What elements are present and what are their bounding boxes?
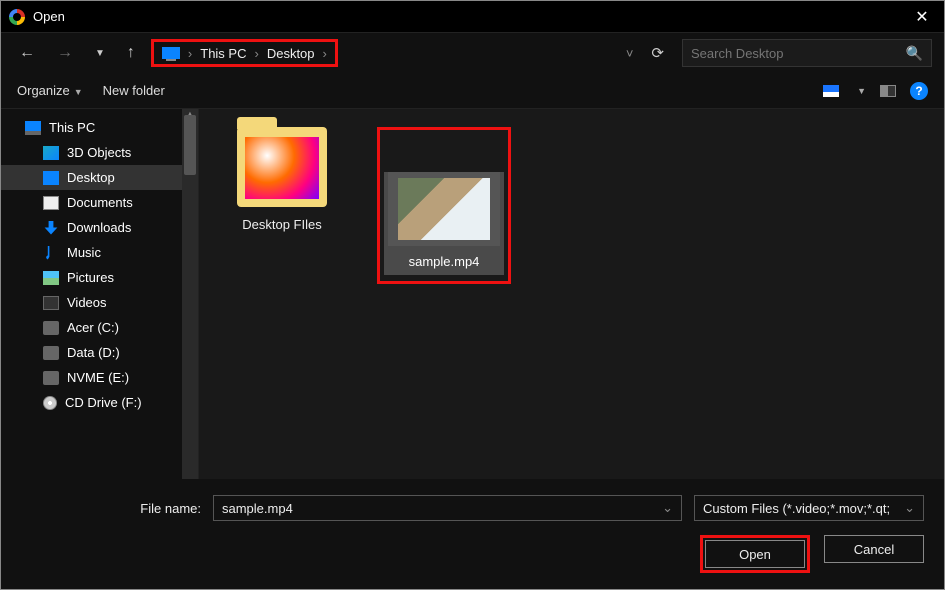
tree-drive-c[interactable]: Acer (C:)	[1, 315, 198, 340]
tree-this-pc[interactable]: This PC	[1, 115, 198, 140]
tree-music[interactable]: Music	[1, 240, 198, 265]
search-input[interactable]	[691, 46, 906, 61]
download-icon	[43, 221, 59, 235]
tree-drive-d[interactable]: Data (D:)	[1, 340, 198, 365]
tree-label: Music	[67, 245, 101, 260]
tree-downloads[interactable]: Downloads	[1, 215, 198, 240]
preview-pane-icon[interactable]	[880, 85, 896, 97]
tree-drive-f[interactable]: CD Drive (F:)	[1, 390, 198, 415]
tree-label: Documents	[67, 195, 133, 210]
dialog-body: This PC 3D Objects Desktop Documents Dow…	[1, 109, 944, 479]
nav-recent-caret[interactable]: ▼	[89, 44, 111, 63]
filetype-combo[interactable]: Custom Files (*.video;*.mov;*.qt; ⌄	[694, 495, 924, 521]
scrollbar-thumb[interactable]	[184, 115, 196, 175]
chrome-icon	[9, 9, 25, 25]
folder-tree: This PC 3D Objects Desktop Documents Dow…	[1, 109, 198, 421]
tree-3d-objects[interactable]: 3D Objects	[1, 140, 198, 165]
open-highlight: Open	[700, 535, 810, 573]
tree-desktop[interactable]: Desktop	[1, 165, 198, 190]
drive-icon	[43, 371, 59, 385]
filename-value: sample.mp4	[222, 501, 293, 516]
folder-item[interactable]: Desktop FIles	[217, 127, 347, 232]
video-thumbnail-icon	[388, 172, 500, 246]
new-folder-button[interactable]: New folder	[103, 83, 165, 98]
video-icon	[43, 296, 59, 310]
filetype-value: Custom Files (*.video;*.mov;*.qt;	[703, 501, 890, 516]
view-mode-icon[interactable]	[823, 85, 839, 97]
tree-drive-e[interactable]: NVME (E:)	[1, 365, 198, 390]
desktop-icon	[43, 171, 59, 185]
chevron-right-icon: ›	[254, 46, 258, 61]
sidebar-scrollbar[interactable]: ▲	[182, 109, 198, 479]
close-button[interactable]: ✕	[900, 7, 944, 27]
sidebar: This PC 3D Objects Desktop Documents Dow…	[1, 109, 199, 479]
tree-documents[interactable]: Documents	[1, 190, 198, 215]
toolbar: Organize▼ New folder ▼ ?	[1, 73, 944, 109]
breadcrumb-this-pc[interactable]: This PC	[200, 46, 246, 61]
tree-videos[interactable]: Videos	[1, 290, 198, 315]
cd-icon	[43, 396, 57, 410]
item-label: Desktop FIles	[217, 217, 347, 232]
refresh-button[interactable]: ⟳	[643, 44, 672, 62]
tree-label: This PC	[49, 120, 95, 135]
view-mode-caret[interactable]: ▼	[857, 86, 866, 96]
pc-icon	[162, 47, 180, 59]
tree-label: Data (D:)	[67, 345, 120, 360]
tree-label: Videos	[67, 295, 107, 310]
address-history-caret[interactable]: ˅	[626, 46, 634, 61]
chevron-down-icon[interactable]: ⌄	[662, 500, 673, 516]
organize-menu[interactable]: Organize▼	[17, 83, 83, 98]
open-button[interactable]: Open	[705, 540, 805, 568]
dialog-footer: File name: sample.mp4 ⌄ Custom Files (*.…	[1, 479, 944, 589]
nav-bar: ← → ▼ ↑ › This PC › Desktop › ˅ ⟳ 🔍	[1, 33, 944, 73]
search-box[interactable]: 🔍	[682, 39, 932, 67]
tree-label: Downloads	[67, 220, 131, 235]
filename-input[interactable]: sample.mp4 ⌄	[213, 495, 682, 521]
chevron-right-icon: ›	[323, 46, 327, 61]
selected-highlight: sample.mp4	[377, 127, 511, 284]
cancel-button[interactable]: Cancel	[824, 535, 924, 563]
folder-icon	[237, 127, 327, 207]
music-icon	[43, 246, 59, 260]
tree-label: NVME (E:)	[67, 370, 129, 385]
pc-icon	[25, 121, 41, 135]
nav-forward-button[interactable]: →	[51, 40, 79, 66]
picture-icon	[43, 271, 59, 285]
open-file-dialog: Open ✕ ← → ▼ ↑ › This PC › Desktop › ˅ ⟳…	[0, 0, 945, 590]
breadcrumb-desktop[interactable]: Desktop	[267, 46, 315, 61]
help-button[interactable]: ?	[910, 82, 928, 100]
tree-label: CD Drive (F:)	[65, 395, 142, 410]
chevron-down-icon[interactable]: ⌄	[904, 500, 915, 516]
filename-label: File name:	[21, 501, 201, 516]
tree-label: Acer (C:)	[67, 320, 119, 335]
item-label: sample.mp4	[384, 254, 504, 275]
cube-icon	[43, 146, 59, 160]
tree-pictures[interactable]: Pictures	[1, 265, 198, 290]
breadcrumb-bar[interactable]: › This PC › Desktop ›	[151, 39, 338, 67]
file-list[interactable]: Desktop FIles sample.mp4	[199, 109, 944, 479]
video-item[interactable]: sample.mp4	[384, 172, 504, 275]
window-title: Open	[33, 9, 65, 24]
tree-label: Desktop	[67, 170, 115, 185]
drive-icon	[43, 321, 59, 335]
document-icon	[43, 196, 59, 210]
tree-label: Pictures	[67, 270, 114, 285]
tree-label: 3D Objects	[67, 145, 131, 160]
nav-up-button[interactable]: ↑	[121, 40, 141, 66]
titlebar: Open ✕	[1, 1, 944, 33]
search-icon: 🔍	[906, 45, 923, 62]
chevron-right-icon: ›	[188, 46, 192, 61]
drive-icon	[43, 346, 59, 360]
nav-back-button[interactable]: ←	[13, 40, 41, 66]
